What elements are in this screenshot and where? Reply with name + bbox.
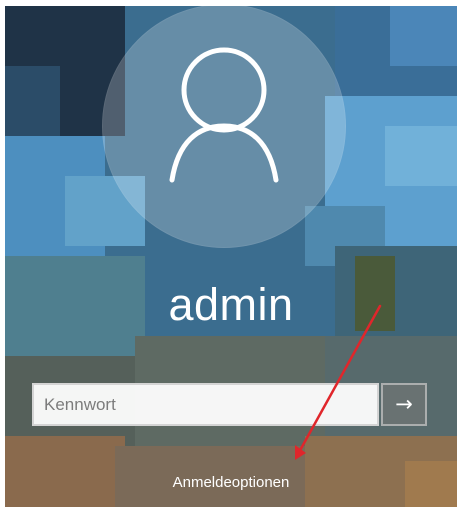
user-name: admin [168, 279, 294, 330]
user-avatar [102, 6, 346, 248]
user-icon [169, 47, 279, 183]
arrow-right-icon: → [395, 392, 413, 416]
password-input[interactable] [32, 383, 379, 426]
lock-screen: admin → Anmeldeoptionen [5, 6, 457, 507]
sign-in-options-link[interactable]: Anmeldeoptionen [5, 474, 457, 491]
submit-button[interactable]: → [381, 383, 427, 426]
